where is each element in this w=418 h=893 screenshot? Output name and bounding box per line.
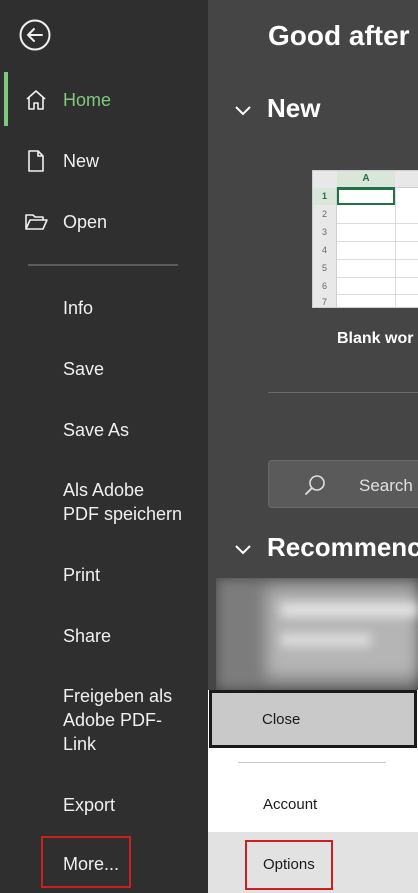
blank-workbook-label[interactable]: Blank wor [337,330,413,348]
sidebar-item-save[interactable]: Save [63,357,104,381]
sidebar-item-label: New [63,150,100,171]
backstage-main: Good after New A 1 2 3 4 5 6 7 Blank wor… [208,0,418,893]
row-number: 1 [313,188,336,205]
sidebar-item-save-as-adobe-pdf[interactable]: Als Adobe PDF speichern [63,478,182,526]
sidebar-item-label: Home [63,89,112,110]
blank-workbook-thumbnail[interactable]: A 1 2 3 4 5 6 7 [312,170,418,308]
sidebar-item-share-adobe-pdf-link[interactable]: Freigeben als Adobe PDF- Link [63,684,172,756]
recommended-preview-blurred[interactable] [216,578,418,690]
template-search-box[interactable]: Search [268,460,418,508]
new-section-title: New [267,93,321,123]
new-document-icon [28,150,44,172]
sidebar-item-new[interactable]: New [0,141,208,181]
column-header-a: A [337,171,395,189]
menu-divider [238,762,386,763]
sidebar-item-save-as[interactable]: Save As [63,418,129,442]
section-divider [268,392,418,393]
sidebar-item-share[interactable]: Share [63,624,111,648]
recommended-section-header[interactable]: Recommenc [233,532,418,563]
back-arrow-icon[interactable] [18,18,52,52]
menu-item-label: Close [262,711,301,728]
selected-cell [337,188,395,205]
grid-line [395,187,396,307]
row-number: 5 [321,263,327,273]
menu-item-options[interactable]: Options [245,840,333,890]
backstage-sidebar: Home New Open Info Save Save As Als Adob… [0,0,208,893]
sidebar-item-info[interactable]: Info [63,296,93,320]
search-label: Search [359,476,413,495]
sidebar-item-label: Open [63,211,108,232]
sidebar-item-print[interactable]: Print [63,563,100,587]
sidebar-item-export[interactable]: Export [63,793,115,817]
grid-line [337,259,418,260]
sidebar-divider [28,264,178,266]
menu-item-label: Options [263,856,315,873]
row-number: 4 [321,245,327,255]
grid-line [337,277,418,278]
more-highlight-box [41,836,131,888]
search-icon [305,475,325,495]
menu-item-account[interactable]: Account [263,796,317,813]
row-number: 6 [321,281,327,291]
menu-item-close[interactable]: Close [209,690,417,748]
sidebar-item-open[interactable]: Open [0,202,208,242]
home-icon [26,90,46,110]
grid-line [337,294,418,295]
folder-open-icon [25,214,48,230]
chevron-down-icon [235,106,251,116]
chevron-down-icon [235,545,251,555]
row-number: 3 [321,227,327,237]
grid-line [337,241,418,242]
more-flyout-menu: Close Account Options [208,690,418,893]
new-section-header[interactable]: New [233,93,320,124]
grid-line [337,223,418,224]
row-number: 2 [321,209,327,219]
row-number: 7 [321,297,327,307]
greeting-heading: Good after [268,20,410,51]
recommended-section-title: Recommenc [267,532,418,562]
sidebar-item-home[interactable]: Home [0,80,208,120]
